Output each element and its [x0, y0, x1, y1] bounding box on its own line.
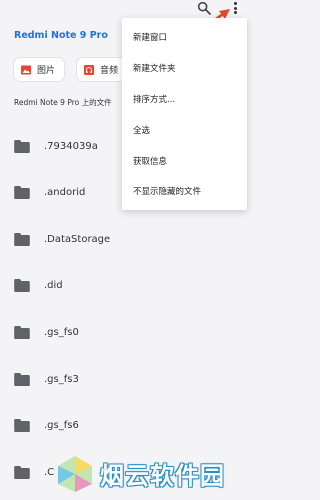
watermark-logo-icon	[58, 456, 92, 492]
folder-name: .C	[44, 466, 55, 478]
list-item[interactable]: .gs_fs6	[0, 405, 250, 445]
folder-icon	[14, 278, 30, 292]
folder-icon	[14, 325, 30, 339]
list-item[interactable]: .gs_fs3	[0, 359, 250, 399]
overflow-menu: 新建窗口 新建文件夹 排序方式... 全选 获取信息 不显示隐藏的文件	[122, 18, 247, 210]
folder-name: .gs_fs3	[44, 373, 79, 385]
folder-name: .DataStorage	[44, 233, 111, 245]
menu-item-select-all[interactable]: 全选	[133, 124, 150, 136]
list-item[interactable]: .gs_fs0	[0, 312, 250, 352]
folder-icon	[14, 232, 30, 246]
chip-images-label: 图片	[37, 66, 56, 76]
headphones-icon	[84, 64, 94, 75]
folder-icon	[14, 372, 30, 386]
menu-item-hide-hidden-files[interactable]: 不显示隐藏的文件	[133, 185, 201, 197]
folder-name: .gs_fs0	[44, 326, 79, 338]
menu-item-sort-by[interactable]: 排序方式...	[133, 93, 175, 105]
device-title: Redmi Note 9 Pro	[14, 30, 108, 41]
watermark: 烟云软件园	[55, 452, 250, 500]
chip-images[interactable]: 图片	[13, 57, 65, 82]
chip-audio[interactable]: 音频	[76, 57, 128, 82]
list-item[interactable]: .did	[0, 265, 250, 305]
folder-name: .did	[44, 279, 63, 291]
folder-name: .7934039a	[44, 140, 98, 152]
menu-item-get-info[interactable]: 获取信息	[133, 155, 167, 167]
menu-item-new-window[interactable]: 新建窗口	[133, 31, 167, 43]
menu-item-new-folder[interactable]: 新建文件夹	[133, 62, 176, 74]
section-label: Redmi Note 9 Pro 上的文件	[14, 98, 112, 107]
folder-icon	[14, 139, 30, 153]
chip-audio-label: 音频	[100, 66, 119, 76]
list-item[interactable]: .DataStorage	[0, 219, 250, 259]
folder-icon	[14, 185, 30, 199]
watermark-text: 烟云软件园	[100, 462, 225, 490]
folder-name: .andorid	[44, 186, 86, 198]
image-icon	[21, 65, 31, 74]
folder-icon	[14, 418, 30, 432]
folder-icon	[14, 465, 30, 479]
folder-name: .gs_fs6	[44, 419, 79, 431]
